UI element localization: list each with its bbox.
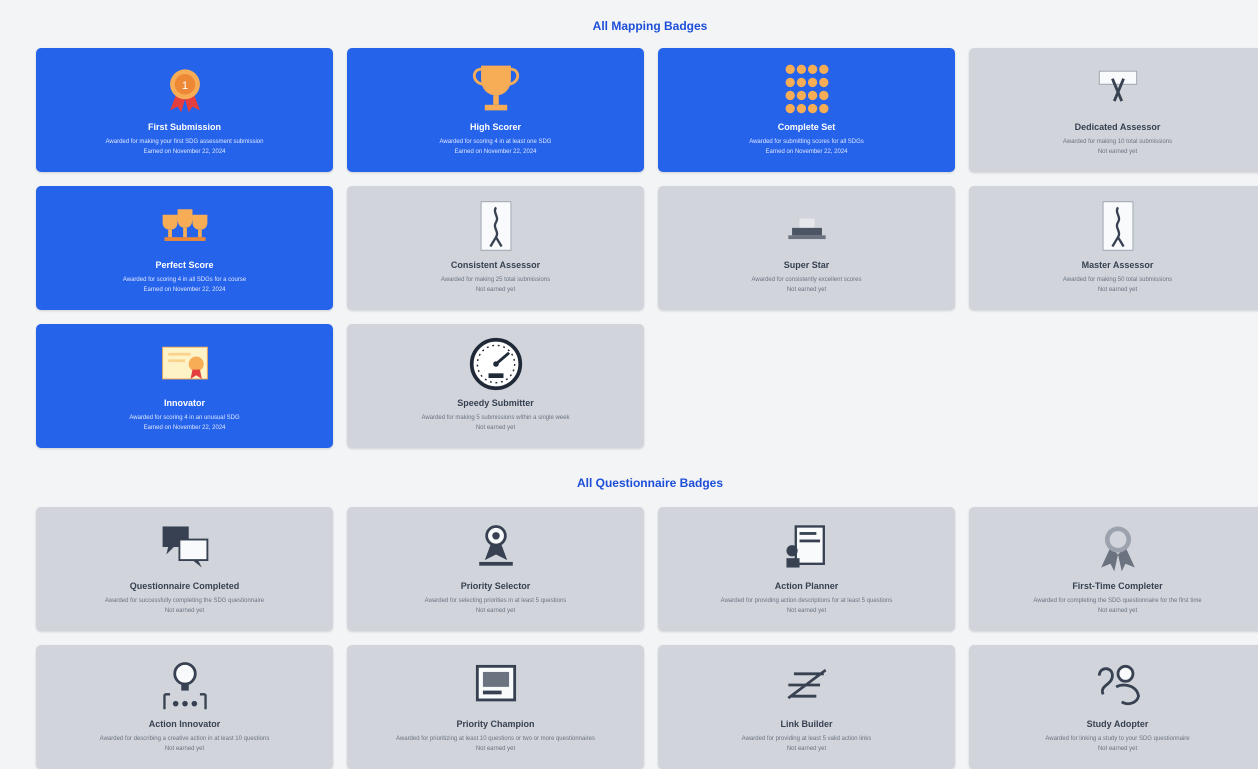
badge-card[interactable]: Super Star Awarded for consistently excel…	[658, 186, 955, 310]
badge-card[interactable]: Speedy Submitter Awarded for making 5 sub…	[347, 324, 644, 448]
badge-description: Awarded for describing a creative action…	[99, 736, 270, 742]
badge-name: Consistent Assessor	[450, 260, 541, 270]
badge-status: Not earned yet	[475, 608, 516, 615]
badge-card[interactable]: Priority Champion Awarded for prioritizin…	[347, 645, 644, 769]
badge-card[interactable]: Priority Selector Awarded for selecting p…	[347, 507, 644, 631]
badge-card[interactable]: First-Time Completer Awarded for completi…	[969, 507, 1258, 631]
ribbon-icon	[1088, 58, 1148, 118]
badge-description: Awarded for scoring 4 in an unusual SDG	[129, 415, 240, 421]
badge-description: Awarded for completing the SDG questionn…	[1033, 598, 1202, 604]
badge-name: Priority Selector	[460, 581, 531, 591]
badge-card[interactable]: Questionnaire Completed Awarded for succe…	[36, 507, 333, 631]
badge-description: Awarded for successfully completing the …	[104, 598, 265, 604]
study-icon	[1088, 655, 1148, 715]
badge-name: Perfect Score	[155, 260, 214, 270]
badge-card[interactable]: Consistent Assessor Awarded for making 25…	[347, 186, 644, 310]
badge-name: Innovator	[163, 398, 205, 408]
monitor-icon	[466, 655, 526, 715]
person-award-icon	[466, 517, 526, 577]
badge-description: Awarded for scoring 4 in all SDGs for a …	[122, 277, 247, 283]
questionnaire-badges-grid: Questionnaire Completed Awarded for succe…	[36, 507, 1258, 769]
badge-card[interactable]: Perfect Score Awarded for scoring 4 in al…	[36, 186, 333, 310]
badge-name: Super Star	[783, 260, 830, 270]
badge-status: Not earned yet	[786, 746, 827, 753]
medal-icon: 1	[155, 58, 215, 118]
badge-status: Earned on November 22, 2024	[143, 425, 226, 432]
badge-card[interactable]: Innovator Awarded for scoring 4 in an unu…	[36, 324, 333, 448]
badge-name: Speedy Submitter	[457, 398, 534, 408]
mapping-section-title: All Mapping Badges	[592, 19, 708, 33]
planner-icon	[777, 517, 837, 577]
badge-description: Awarded for linking a study to your SDG …	[1045, 736, 1190, 742]
badge-description: Awarded for selecting priorities in at l…	[424, 598, 567, 604]
badge-card[interactable]: High Scorer Awarded for scoring 4 in at l…	[347, 48, 644, 172]
badge-card[interactable]: 1 First Submission Awarded for making your…	[36, 48, 333, 172]
badge-name: Complete Set	[777, 122, 836, 132]
badge-status: Earned on November 22, 2024	[765, 149, 848, 156]
badge-status: Not earned yet	[475, 287, 516, 294]
badge-name: Dedicated Assessor	[1074, 122, 1161, 132]
questionnaire-section-title: All Questionnaire Badges	[576, 476, 724, 490]
badge-description: Awarded for making your first SDG assess…	[105, 139, 264, 145]
badge-description: Awarded for providing at least 5 valid a…	[741, 736, 872, 742]
badge-card[interactable]: Master Assessor Awarded for making 50 tot…	[969, 186, 1258, 310]
certificate-icon	[155, 334, 215, 394]
badge-card[interactable]: Action Innovator Awarded for describing a…	[36, 645, 333, 769]
badge-description: Awarded for submitting scores for all SD…	[749, 139, 864, 145]
badge-status: Not earned yet	[164, 746, 205, 753]
trophy-icon	[466, 58, 526, 118]
badge-name: Master Assessor	[1081, 260, 1154, 270]
scroll-icon	[466, 196, 526, 256]
badge-description: Awarded for making 5 submissions within …	[421, 415, 570, 421]
badge-name: Questionnaire Completed	[129, 581, 240, 591]
speedometer-icon	[466, 334, 526, 394]
badge-description: Awarded for consistently excellent score…	[751, 277, 862, 283]
badge-card[interactable]: Action Planner Awarded for providing acti…	[658, 507, 955, 631]
chat-icon	[155, 517, 215, 577]
badge-card[interactable]: Study Adopter Awarded for linking a study…	[969, 645, 1258, 769]
badge-name: High Scorer	[469, 122, 521, 132]
badge-status: Earned on November 22, 2024	[454, 149, 537, 156]
badge-name: Priority Champion	[456, 719, 535, 729]
badge-status: Earned on November 22, 2024	[143, 149, 226, 156]
badge-status: Not earned yet	[1097, 149, 1138, 156]
badge-description: Awarded for providing action description…	[720, 598, 893, 604]
badge-name: Study Adopter	[1086, 719, 1149, 729]
badge-name: Link Builder	[780, 719, 833, 729]
scroll-icon	[1088, 196, 1148, 256]
badge-status: Earned on November 22, 2024	[143, 287, 226, 294]
badge-status: Not earned yet	[1097, 746, 1138, 753]
badge-card[interactable]: Link Builder Awarded for providing at lea…	[658, 645, 955, 769]
trophies-icon	[155, 196, 215, 256]
badge-card[interactable]: Complete Set Awarded for submitting score…	[658, 48, 955, 172]
badge-status: Not earned yet	[786, 608, 827, 615]
link-icon	[777, 655, 837, 715]
badge-description: Awarded for making 50 total submissions	[1062, 277, 1173, 283]
rosette-icon	[1088, 517, 1148, 577]
badge-description: Awarded for making 10 total submissions	[1062, 139, 1173, 145]
badge-status: Not earned yet	[1097, 608, 1138, 615]
badge-name: First-Time Completer	[1072, 581, 1163, 591]
badge-description: Awarded for prioritizing at least 10 que…	[396, 736, 595, 742]
badge-status: Not earned yet	[475, 425, 516, 432]
lightbulb-icon	[155, 655, 215, 715]
badge-description: Awarded for making 25 total submissions	[440, 277, 551, 283]
mapping-badges-grid: 1 First Submission Awarded for making your…	[36, 48, 1258, 448]
badge-description: Awarded for scoring 4 in at least one SD…	[439, 139, 552, 145]
badge-name: Action Planner	[774, 581, 839, 591]
badge-card[interactable]: Dedicated Assessor Awarded for making 10 …	[969, 48, 1258, 172]
badge-status: Not earned yet	[786, 287, 827, 294]
svg-text:1: 1	[181, 80, 187, 92]
badge-status: Not earned yet	[1097, 287, 1138, 294]
dots-grid-icon	[777, 58, 837, 118]
badge-name: Action Innovator	[148, 719, 221, 729]
badge-status: Not earned yet	[475, 746, 516, 753]
badge-status: Not earned yet	[164, 608, 205, 615]
podium-icon	[777, 196, 837, 256]
badge-name: First Submission	[147, 122, 221, 132]
